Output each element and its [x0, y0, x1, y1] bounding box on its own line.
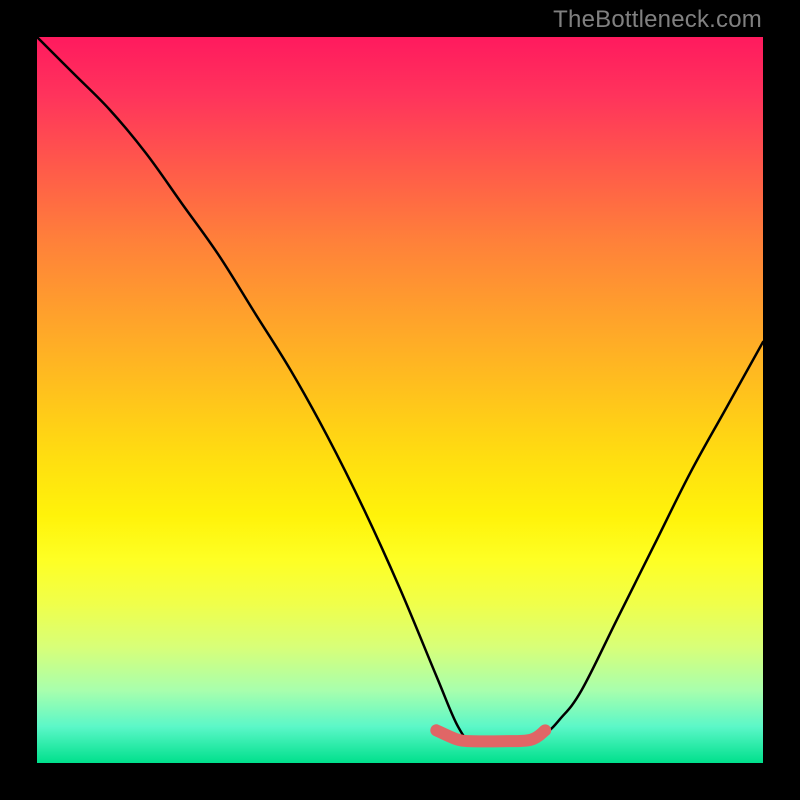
curve-svg: [37, 37, 763, 763]
plot-area: [37, 37, 763, 763]
chart-frame: TheBottleneck.com: [0, 0, 800, 800]
watermark-text: TheBottleneck.com: [553, 6, 762, 34]
bottleneck-curve: [37, 37, 763, 742]
optimal-segment: [436, 730, 545, 741]
